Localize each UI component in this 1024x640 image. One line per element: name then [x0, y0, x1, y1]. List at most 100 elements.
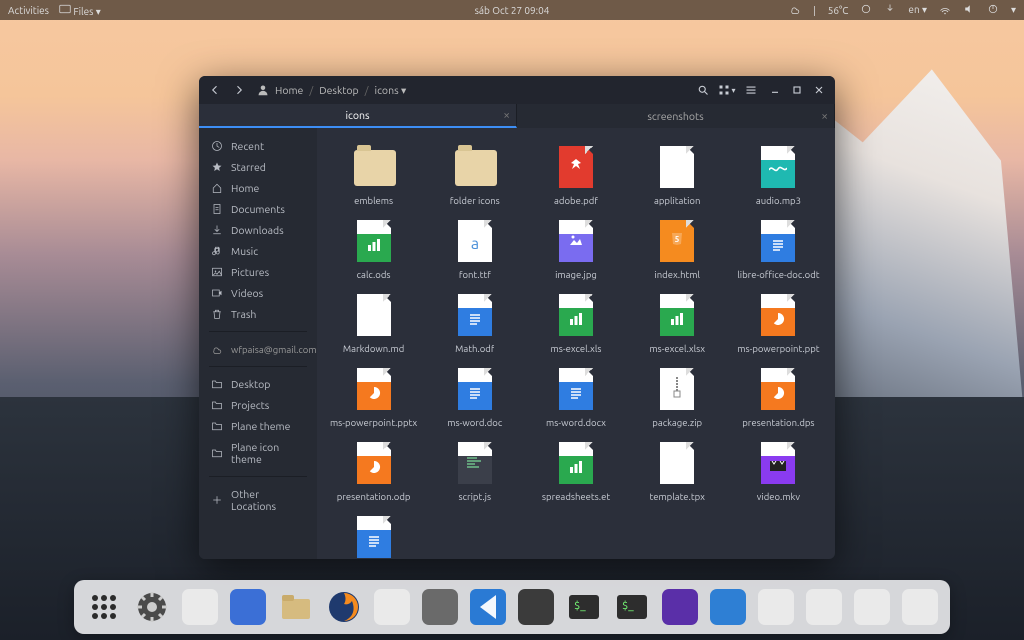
sidebar-divider: [209, 331, 307, 332]
file-item[interactable]: emblems: [323, 142, 424, 210]
files-menu[interactable]: Files ▾: [59, 3, 101, 18]
svg-text:$_: $_: [622, 600, 634, 612]
file-item[interactable]: presentation.dps: [728, 364, 829, 432]
sidebar-item-downloads[interactable]: Downloads: [199, 220, 317, 240]
dock-item-terminal2[interactable]: $_: [612, 587, 652, 627]
sidebar-account[interactable]: wfpaisa@gmail.com: [199, 339, 317, 359]
file-item[interactable]: package.zip: [627, 364, 728, 432]
search-button[interactable]: [693, 80, 713, 100]
file-label: applitation: [654, 195, 700, 206]
sidebar-item-label: Recent: [231, 140, 264, 152]
sidebar-item-recent[interactable]: Recent: [199, 136, 317, 156]
nav-forward-button[interactable]: [229, 80, 249, 100]
file-item[interactable]: writter.wps: [323, 512, 424, 559]
folder-icon: [211, 378, 223, 390]
indicator-icon[interactable]: [860, 3, 872, 17]
dock-item-skype[interactable]: [516, 587, 556, 627]
clock[interactable]: sáb Oct 27 09:04: [475, 5, 550, 16]
sidebar-item-pictures[interactable]: Pictures: [199, 262, 317, 282]
activities-button[interactable]: Activities: [8, 5, 49, 16]
dock-item-text-editor[interactable]: [420, 587, 460, 627]
dock-item-vscode[interactable]: [468, 587, 508, 627]
dock-item-terminal1[interactable]: $_: [564, 587, 604, 627]
dock-item-firefox[interactable]: [324, 587, 364, 627]
file-item[interactable]: Math.odf: [424, 290, 525, 358]
nav-back-button[interactable]: [205, 80, 225, 100]
tab-close-icon[interactable]: ×: [821, 110, 828, 123]
file-item[interactable]: spreadsheets.et: [525, 438, 626, 506]
crumb-desktop[interactable]: Desktop: [319, 84, 358, 96]
menu-caret-icon[interactable]: ▾: [1011, 4, 1016, 16]
dock-item-notes[interactable]: [900, 587, 940, 627]
file-item[interactable]: ms-powerpoint.ppt: [728, 290, 829, 358]
dock-item-dev[interactable]: [804, 587, 844, 627]
file-item[interactable]: ms-excel.xlsx: [627, 290, 728, 358]
dock-item-kite[interactable]: [708, 587, 748, 627]
file-item[interactable]: Markdown.md: [323, 290, 424, 358]
sidebar-bookmark[interactable]: Plane icon theme: [199, 437, 317, 469]
sidebar-other-locations[interactable]: Other Locations: [199, 484, 317, 516]
file-item[interactable]: ms-excel.xls: [525, 290, 626, 358]
language-indicator[interactable]: en ▾: [908, 4, 927, 16]
file-item[interactable]: image.jpg: [525, 216, 626, 284]
file-item[interactable]: ms-word.docx: [525, 364, 626, 432]
file-item[interactable]: template.tpx: [627, 438, 728, 506]
dock-item-apps[interactable]: [84, 587, 124, 627]
sidebar-item-starred[interactable]: Starred: [199, 157, 317, 177]
sidebar-item-home[interactable]: Home: [199, 178, 317, 198]
hamburger-menu-button[interactable]: [741, 80, 761, 100]
window-minimize-button[interactable]: [765, 80, 785, 100]
file-item[interactable]: 5 index.html: [627, 216, 728, 284]
sidebar-bookmark[interactable]: Desktop: [199, 374, 317, 394]
file-item[interactable]: libre-office-doc.odt: [728, 216, 829, 284]
file-item[interactable]: audio.mp3: [728, 142, 829, 210]
file-item[interactable]: ms-word.doc: [424, 364, 525, 432]
network-icon[interactable]: [939, 3, 951, 17]
dock-item-system-mon[interactable]: [180, 587, 220, 627]
tab-screenshots[interactable]: screenshots ×: [517, 104, 835, 128]
file-item[interactable]: applitation: [627, 142, 728, 210]
file-item[interactable]: video.mkv: [728, 438, 829, 506]
dock-item-settings[interactable]: [132, 587, 172, 627]
sidebar-item-documents[interactable]: Documents: [199, 199, 317, 219]
window-titlebar[interactable]: Home / Desktop / icons ▾ ▾: [199, 76, 835, 104]
sidebar-bookmark[interactable]: Projects: [199, 395, 317, 415]
file-item[interactable]: presentation.odp: [323, 438, 424, 506]
cpu-temp[interactable]: 56°C: [828, 5, 849, 16]
file-item[interactable]: script.js: [424, 438, 525, 506]
dock-item-transmission[interactable]: [228, 587, 268, 627]
file-item[interactable]: calc.ods: [323, 216, 424, 284]
file-item[interactable]: ms-powerpoint.pptx: [323, 364, 424, 432]
tab-icons[interactable]: icons ×: [199, 104, 517, 128]
tab-close-icon[interactable]: ×: [503, 109, 510, 122]
file-label: package.zip: [652, 417, 702, 428]
volume-icon[interactable]: [963, 3, 975, 17]
dock-item-media[interactable]: [660, 587, 700, 627]
sidebar-item-videos[interactable]: Videos: [199, 283, 317, 303]
file-item[interactable]: folder icons: [424, 142, 525, 210]
sidebar-item-trash[interactable]: Trash: [199, 304, 317, 324]
updates-icon[interactable]: [884, 3, 896, 17]
file-label: font.ttf: [459, 269, 491, 280]
file-page-icon: [357, 516, 391, 558]
crumb-current[interactable]: icons ▾: [375, 84, 407, 97]
crumb-home[interactable]: Home: [275, 84, 303, 96]
dock-item-virtualbox[interactable]: [852, 587, 892, 627]
sidebar-bookmark[interactable]: Plane theme: [199, 416, 317, 436]
dock-item-office[interactable]: [756, 587, 796, 627]
window-close-button[interactable]: [809, 80, 829, 100]
dock-item-files[interactable]: [276, 587, 316, 627]
file-label: presentation.dps: [742, 417, 814, 428]
sidebar-item-music[interactable]: Music: [199, 241, 317, 261]
window-maximize-button[interactable]: [787, 80, 807, 100]
file-page-icon: [559, 294, 593, 336]
view-toggle-button[interactable]: ▾: [717, 80, 737, 100]
file-item[interactable]: adobe.pdf: [525, 142, 626, 210]
weather-icon[interactable]: [789, 3, 801, 17]
power-icon[interactable]: [987, 3, 999, 17]
file-item[interactable]: a font.ttf: [424, 216, 525, 284]
file-label: calc.ods: [357, 269, 391, 280]
dock-item-chrome[interactable]: [372, 587, 412, 627]
file-label: libre-office-doc.odt: [737, 269, 819, 280]
file-page-icon: [357, 220, 391, 262]
